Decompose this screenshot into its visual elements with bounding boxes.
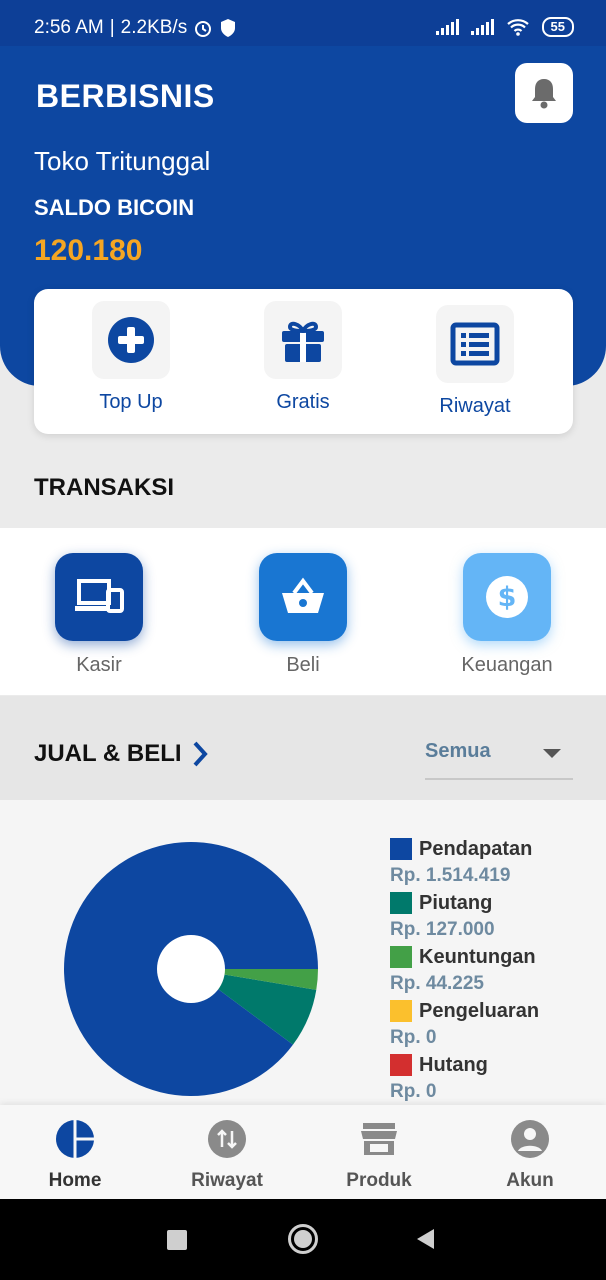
nav-akun-label: Akun xyxy=(506,1170,554,1191)
list-icon xyxy=(450,322,500,366)
nav-riwayat[interactable]: Riwayat xyxy=(172,1119,282,1192)
signal-icon xyxy=(470,19,494,35)
legend-swatch xyxy=(390,946,412,968)
riwayat-button[interactable]: Riwayat xyxy=(420,305,530,418)
nav-produk[interactable]: Produk xyxy=(324,1119,434,1192)
transaksi-title: TRANSAKSI xyxy=(34,474,175,501)
legend-swatch xyxy=(390,892,412,914)
nav-akun[interactable]: Akun xyxy=(475,1119,585,1192)
keuangan-button[interactable]: $ Keuangan xyxy=(442,553,572,677)
back-button[interactable] xyxy=(414,1227,436,1251)
basket-icon xyxy=(282,577,324,613)
period-filter-value: Semua xyxy=(425,740,491,762)
legend-swatch xyxy=(390,1054,412,1076)
nav-produk-label: Produk xyxy=(346,1170,412,1191)
bell-icon xyxy=(532,79,556,109)
account-icon xyxy=(511,1120,549,1158)
shield-icon xyxy=(221,19,236,37)
battery-indicator: 55 xyxy=(541,17,574,37)
app-brand: BERBISNIS xyxy=(36,78,215,114)
system-navigation-bar xyxy=(0,1199,606,1280)
saldo-label: SALDO BICOIN xyxy=(34,195,195,220)
legend-item-hutang: Hutang Rp. 0 xyxy=(390,1053,488,1102)
kasir-button[interactable]: Kasir xyxy=(34,553,164,677)
donut-hole xyxy=(157,935,225,1003)
transaksi-section: Kasir Beli $ Keuangan xyxy=(0,528,606,695)
saldo-value: 120.180 xyxy=(34,234,143,267)
store-name: Toko Tritunggal xyxy=(34,146,211,176)
chevron-right-icon xyxy=(193,741,208,767)
transfer-icon xyxy=(208,1120,246,1158)
legend-item-pengeluaran: Pengeluaran Rp. 0 xyxy=(390,999,540,1048)
pie-chart xyxy=(63,842,318,1096)
keuangan-label: Keuangan xyxy=(461,654,553,676)
home-pie-icon xyxy=(56,1120,94,1158)
svg-text:$: $ xyxy=(498,582,517,613)
notification-button[interactable] xyxy=(515,63,573,123)
beli-label: Beli xyxy=(286,654,320,676)
store-icon xyxy=(361,1123,397,1155)
top-up-button[interactable]: Top Up xyxy=(76,301,186,414)
gratis-button[interactable]: Gratis xyxy=(248,301,358,414)
chart-legend: Pendapatan Rp. 1.514.419 Piutang Rp. 127… xyxy=(390,836,539,1106)
nav-home-label: Home xyxy=(48,1170,102,1191)
quick-actions-card: Top Up Gratis Riwayat xyxy=(34,289,573,434)
jual-beli-link[interactable]: JUAL & BELI xyxy=(34,740,208,768)
riwayat-label: Riwayat xyxy=(439,395,511,417)
dropdown-caret-icon xyxy=(543,749,561,758)
jual-beli-title: JUAL & BELI xyxy=(34,740,182,767)
legend-swatch xyxy=(390,838,412,860)
bottom-navigation: Home Riwayat Produk Akun xyxy=(0,1105,606,1199)
status-time: 2:56 AM xyxy=(34,17,104,38)
beli-button[interactable]: Beli xyxy=(238,553,368,677)
status-bar: 2:56 AM | 2.2KB/s 55 xyxy=(0,0,606,46)
alarm-icon xyxy=(195,21,212,37)
dollar-icon: $ xyxy=(486,576,528,618)
legend-item-pendapatan: Pendapatan Rp. 1.514.419 xyxy=(390,837,533,886)
nav-home[interactable]: Home xyxy=(20,1119,130,1192)
legend-item-keuntungan: Keuntungan Rp. 44.225 xyxy=(390,945,536,994)
legend-swatch xyxy=(390,1000,412,1022)
top-up-label: Top Up xyxy=(99,391,163,413)
status-net-speed: 2.2KB/s xyxy=(120,17,188,38)
kasir-label: Kasir xyxy=(76,654,122,676)
legend-item-piutang: Piutang Rp. 127.000 xyxy=(390,891,495,940)
nav-riwayat-label: Riwayat xyxy=(191,1170,263,1191)
signal-icon xyxy=(435,19,459,35)
home-button[interactable] xyxy=(287,1223,319,1255)
devices-icon xyxy=(75,579,124,613)
gift-icon xyxy=(282,321,324,362)
recents-button[interactable] xyxy=(166,1229,188,1251)
plus-circle-icon xyxy=(108,317,154,363)
period-filter-dropdown[interactable]: Semua xyxy=(425,740,573,780)
wifi-icon xyxy=(506,19,529,36)
gratis-label: Gratis xyxy=(276,391,330,413)
